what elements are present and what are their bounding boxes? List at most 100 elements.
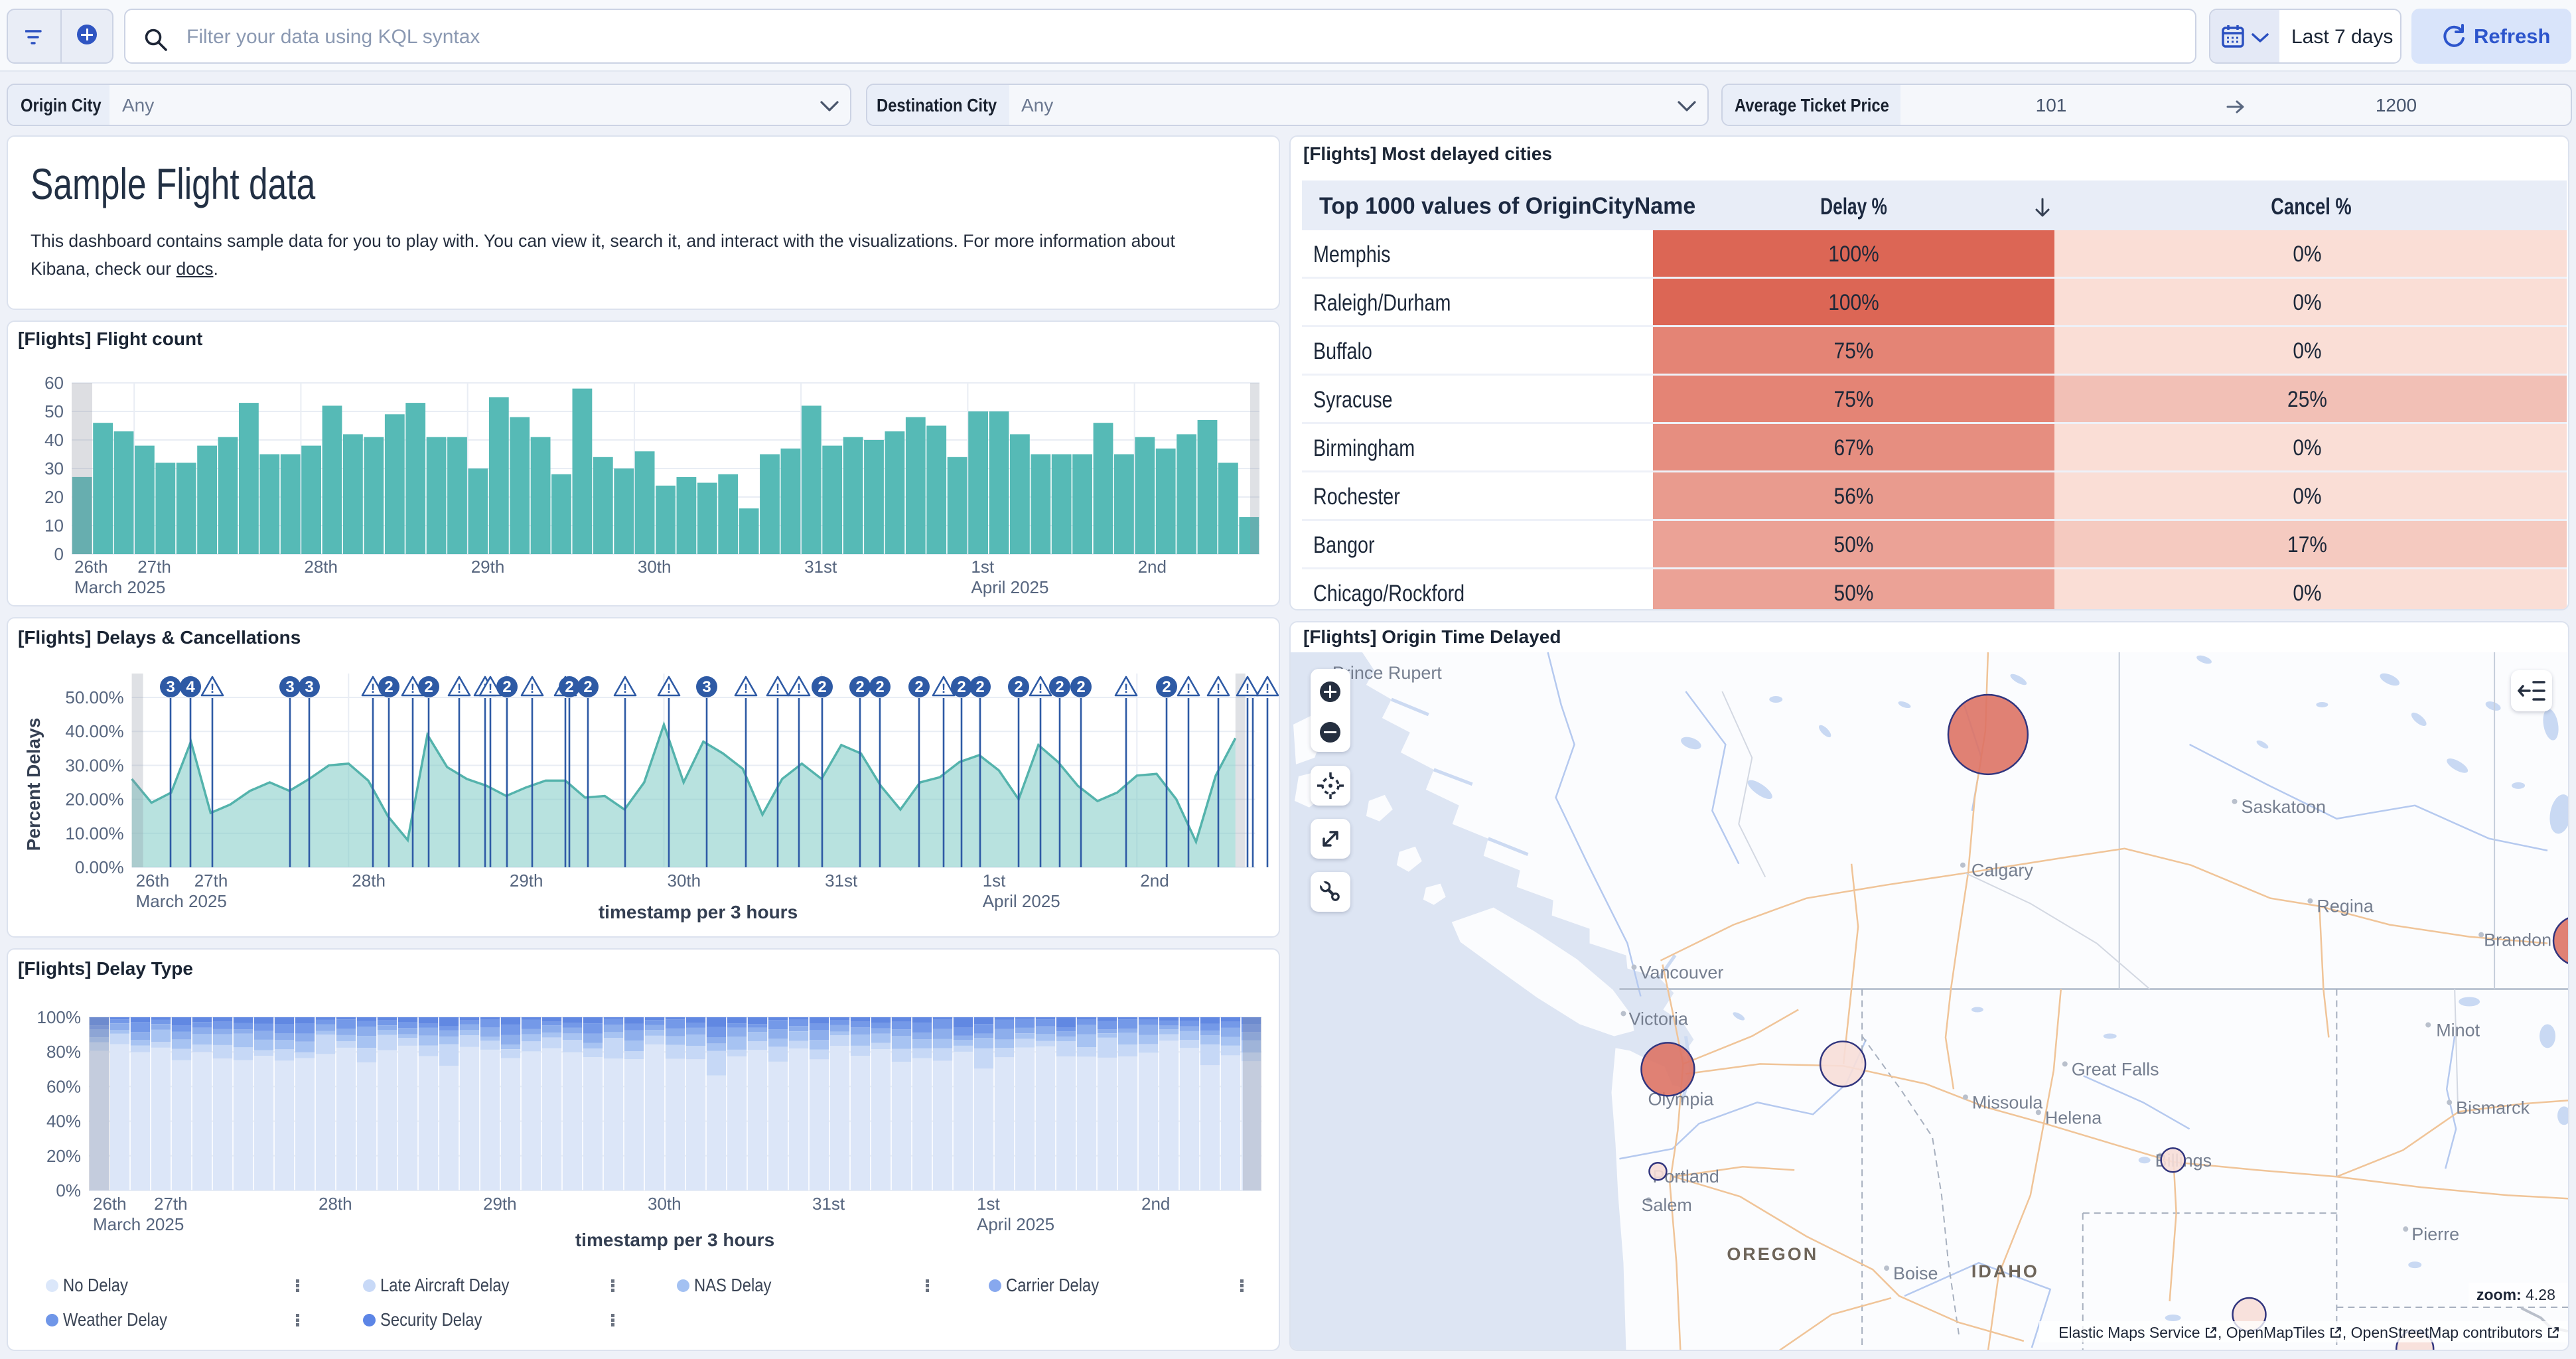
svg-text:Brandon: Brandon bbox=[2484, 930, 2551, 950]
svg-text:2: 2 bbox=[875, 678, 884, 696]
svg-text:2: 2 bbox=[384, 678, 393, 696]
svg-text:April 2025: April 2025 bbox=[977, 1214, 1054, 1234]
svg-text:Great Falls: Great Falls bbox=[2072, 1059, 2159, 1079]
svg-text:20%: 20% bbox=[46, 1146, 81, 1166]
svg-text:2nd: 2nd bbox=[1141, 1194, 1170, 1214]
svg-text:29th: 29th bbox=[471, 557, 505, 577]
svg-text:3: 3 bbox=[702, 678, 711, 696]
svg-text:Minot: Minot bbox=[2436, 1020, 2480, 1040]
svg-text:100%: 100% bbox=[37, 1007, 82, 1027]
svg-text:27th: 27th bbox=[194, 871, 228, 891]
svg-text:2: 2 bbox=[502, 678, 511, 696]
svg-text:40.00%: 40.00% bbox=[65, 721, 123, 741]
svg-text:IDAHO: IDAHO bbox=[1971, 1261, 2039, 1281]
svg-text:40%: 40% bbox=[46, 1111, 81, 1131]
svg-text:Salem: Salem bbox=[1641, 1195, 1691, 1215]
svg-text:30th: 30th bbox=[668, 871, 701, 891]
svg-text:26th: 26th bbox=[93, 1194, 127, 1214]
svg-text:Boise: Boise bbox=[1893, 1263, 1938, 1283]
svg-text:10: 10 bbox=[44, 516, 64, 536]
svg-text:30: 30 bbox=[44, 459, 64, 478]
svg-text:Bismarck: Bismarck bbox=[2456, 1098, 2530, 1117]
svg-text:28th: 28th bbox=[352, 871, 386, 891]
svg-text:0.00%: 0.00% bbox=[75, 857, 124, 877]
svg-text:!: ! bbox=[488, 682, 492, 696]
svg-text:27th: 27th bbox=[137, 557, 171, 577]
svg-text:29th: 29th bbox=[483, 1194, 517, 1214]
svg-text:!: ! bbox=[623, 682, 627, 696]
svg-text:2: 2 bbox=[975, 678, 984, 696]
svg-text:!: ! bbox=[1124, 682, 1128, 696]
svg-text:!: ! bbox=[744, 682, 748, 696]
svg-text:2: 2 bbox=[914, 678, 923, 696]
svg-text:3: 3 bbox=[285, 678, 294, 696]
svg-text:!: ! bbox=[411, 682, 415, 696]
svg-text:Missoula: Missoula bbox=[1972, 1092, 2042, 1112]
svg-text:!: ! bbox=[776, 682, 780, 696]
svg-text:50: 50 bbox=[44, 401, 64, 421]
svg-text:March 2025: March 2025 bbox=[74, 577, 165, 597]
svg-text:Saskatoon: Saskatoon bbox=[2242, 797, 2326, 817]
svg-text:!: ! bbox=[942, 682, 946, 696]
svg-text:60: 60 bbox=[44, 373, 64, 393]
svg-text:2: 2 bbox=[1014, 678, 1023, 696]
svg-text:Helena: Helena bbox=[2045, 1108, 2102, 1127]
svg-text:timestamp per 3 hours: timestamp per 3 hours bbox=[575, 1230, 774, 1250]
svg-text:31st: 31st bbox=[825, 871, 858, 891]
svg-text:60%: 60% bbox=[46, 1076, 81, 1096]
svg-text:!: ! bbox=[667, 682, 671, 696]
svg-text:28th: 28th bbox=[304, 557, 338, 577]
svg-text:Vancouver: Vancouver bbox=[1639, 963, 1723, 983]
svg-text:!: ! bbox=[797, 682, 801, 696]
svg-text:26th: 26th bbox=[136, 871, 170, 891]
svg-text:29th: 29th bbox=[510, 871, 543, 891]
svg-text:!: ! bbox=[1038, 682, 1042, 696]
svg-text:2: 2 bbox=[855, 678, 864, 696]
svg-text:!: ! bbox=[371, 682, 375, 696]
svg-text:30th: 30th bbox=[648, 1194, 681, 1214]
svg-text:1st: 1st bbox=[971, 557, 994, 577]
svg-text:28th: 28th bbox=[319, 1194, 352, 1214]
svg-text:26th: 26th bbox=[74, 557, 108, 577]
svg-text:80%: 80% bbox=[46, 1042, 81, 1062]
svg-text:50.00%: 50.00% bbox=[65, 687, 123, 707]
svg-text:!: ! bbox=[1265, 682, 1269, 696]
svg-text:2: 2 bbox=[424, 678, 433, 696]
svg-text:40: 40 bbox=[44, 430, 64, 450]
svg-text:2nd: 2nd bbox=[1138, 557, 1167, 577]
svg-text:2: 2 bbox=[818, 678, 826, 696]
svg-text:30.00%: 30.00% bbox=[65, 755, 123, 775]
svg-text:4: 4 bbox=[186, 678, 195, 696]
svg-text:March 2025: March 2025 bbox=[136, 891, 227, 911]
svg-text:1st: 1st bbox=[977, 1194, 1000, 1214]
svg-text:2: 2 bbox=[565, 678, 573, 696]
svg-text:20.00%: 20.00% bbox=[65, 790, 123, 810]
svg-text:2: 2 bbox=[1055, 678, 1064, 696]
svg-text:30th: 30th bbox=[638, 557, 672, 577]
svg-text:Calgary: Calgary bbox=[1971, 861, 2033, 881]
svg-text:2: 2 bbox=[1162, 678, 1171, 696]
svg-text:10.00%: 10.00% bbox=[65, 823, 123, 843]
svg-text:0%: 0% bbox=[56, 1180, 81, 1200]
svg-text:31st: 31st bbox=[804, 557, 837, 577]
svg-text:2: 2 bbox=[957, 678, 966, 696]
svg-text:!: ! bbox=[457, 682, 461, 696]
svg-text:!: ! bbox=[1246, 682, 1250, 696]
svg-text:Pierre: Pierre bbox=[2411, 1224, 2459, 1244]
svg-text:!: ! bbox=[1216, 682, 1220, 696]
svg-text:Regina: Regina bbox=[2317, 896, 2373, 916]
svg-text:1st: 1st bbox=[983, 871, 1006, 891]
svg-text:Victoria: Victoria bbox=[1628, 1009, 1687, 1029]
svg-text:2nd: 2nd bbox=[1140, 871, 1169, 891]
svg-text:31st: 31st bbox=[812, 1194, 845, 1214]
svg-text:OREGON: OREGON bbox=[1727, 1244, 1818, 1264]
svg-text:Percent Delays: Percent Delays bbox=[23, 718, 44, 851]
svg-text:27th: 27th bbox=[154, 1194, 188, 1214]
svg-text:3: 3 bbox=[305, 678, 313, 696]
svg-text:2: 2 bbox=[1076, 678, 1085, 696]
svg-text:timestamp per 3 hours: timestamp per 3 hours bbox=[599, 902, 798, 922]
svg-text:3: 3 bbox=[166, 678, 175, 696]
svg-text:20: 20 bbox=[44, 487, 64, 507]
svg-text:March 2025: March 2025 bbox=[93, 1214, 184, 1234]
svg-text:April 2025: April 2025 bbox=[983, 891, 1060, 911]
